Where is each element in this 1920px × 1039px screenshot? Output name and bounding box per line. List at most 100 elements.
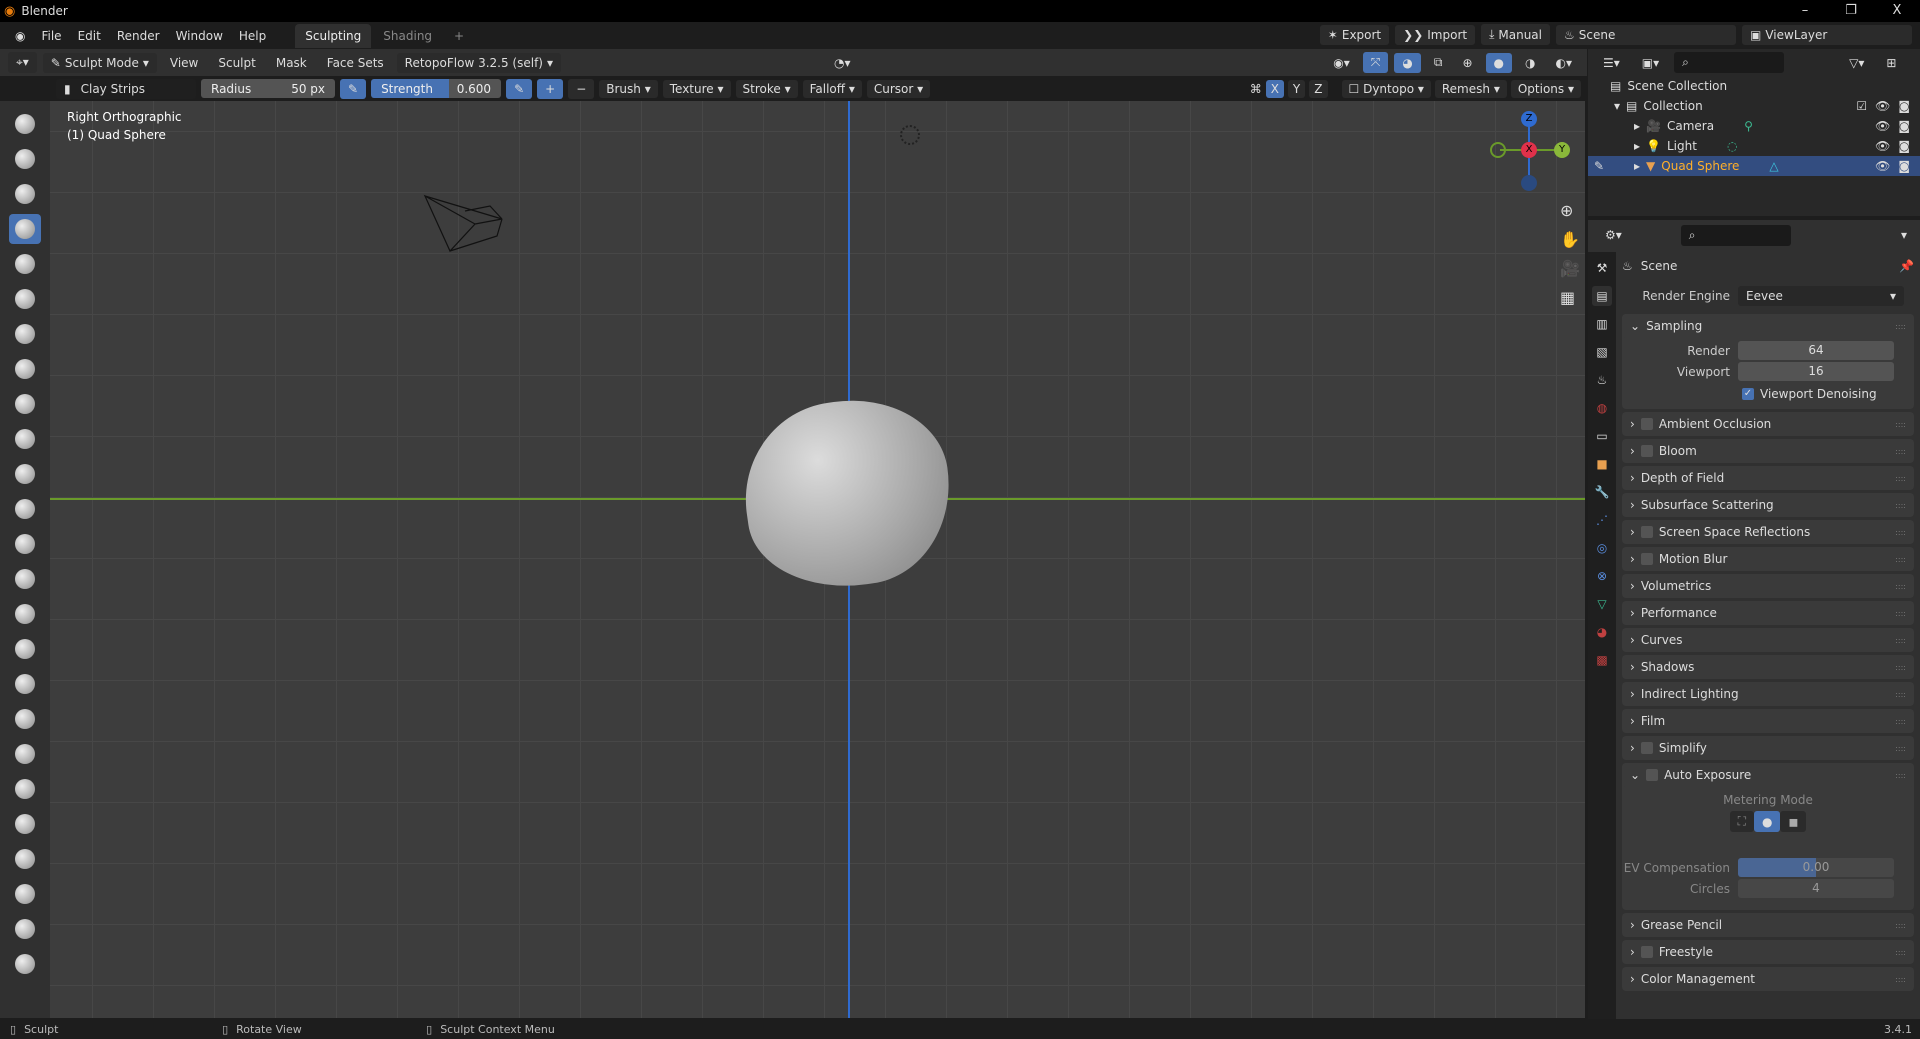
particles-tab-icon[interactable]: ⋰	[1592, 510, 1612, 530]
menu-mask[interactable]: Mask	[269, 53, 314, 73]
render-camera-icon[interactable]: ◙	[1898, 99, 1910, 113]
solid-shading-icon[interactable]: ●	[1485, 52, 1513, 73]
add-direction-button[interactable]: +	[537, 78, 564, 99]
data-tab-icon[interactable]: ▽	[1592, 594, 1612, 614]
sculpt-tool-15[interactable]	[9, 599, 41, 629]
properties-options-icon[interactable]: ▾	[1894, 225, 1914, 245]
menu-render[interactable]: Render	[110, 26, 167, 46]
3d-viewport[interactable]: Right Orthographic (1) Quad Sphere Z Y X…	[50, 101, 1585, 1018]
constraints-tab-icon[interactable]: ⊗	[1592, 566, 1612, 586]
subtract-direction-button[interactable]: −	[568, 78, 595, 99]
falloff-menu[interactable]: Falloff ▾	[802, 79, 862, 98]
panel-enable-checkbox[interactable]	[1640, 526, 1653, 538]
sculpt-tool-18[interactable]	[9, 704, 41, 734]
gizmo-toggle-icon[interactable]: ⤧	[1362, 52, 1389, 73]
sculpt-tool-20[interactable]	[9, 774, 41, 804]
gizmo-x[interactable]: X	[1521, 142, 1537, 158]
sculpt-tool-1[interactable]	[9, 109, 41, 139]
symmetry-y-toggle[interactable]: Y	[1287, 79, 1306, 98]
sculpt-tool-17[interactable]	[9, 669, 41, 699]
symmetry-x-toggle[interactable]: X	[1265, 79, 1284, 98]
texture-menu[interactable]: Texture ▾	[662, 79, 731, 98]
panel-color-management[interactable]: › Color Management::::	[1622, 967, 1914, 991]
metering-average-icon[interactable]: ●	[1753, 811, 1781, 832]
tab-sculpting[interactable]: Sculpting	[295, 23, 372, 48]
sculpt-tool-21[interactable]	[9, 809, 41, 839]
panel-subsurface-scattering[interactable]: › Subsurface Scattering::::	[1622, 493, 1914, 517]
render-engine-dropdown[interactable]: Eevee ▾	[1738, 286, 1904, 306]
pin-icon[interactable]: 📌	[1899, 259, 1914, 273]
panel-motion-blur[interactable]: › Motion Blur::::	[1622, 547, 1914, 571]
strength-slider[interactable]: Strength 0.600	[371, 79, 502, 98]
options-menu[interactable]: Options ▾	[1510, 79, 1581, 98]
outliner-item-light[interactable]: ▸ 💡 Light ◌ 👁 ◙	[1588, 136, 1920, 156]
menu-face-sets[interactable]: Face Sets	[320, 53, 391, 73]
menu-help[interactable]: Help	[232, 26, 273, 46]
panel-depth-of-field[interactable]: › Depth of Field::::	[1622, 466, 1914, 490]
sculpt-tool-25[interactable]	[9, 949, 41, 979]
maximize-button[interactable]: ❐	[1828, 0, 1874, 22]
close-button[interactable]: X	[1874, 0, 1920, 22]
panel-volumetrics[interactable]: › Volumetrics::::	[1622, 574, 1914, 598]
gizmo-neg-z[interactable]	[1521, 175, 1537, 191]
manual-button[interactable]: ⤓ Manual	[1481, 24, 1550, 45]
sculpt-tool-6[interactable]	[9, 284, 41, 314]
properties-search-input[interactable]: ⌕	[1680, 224, 1791, 246]
world-tab-icon[interactable]: ◍	[1592, 398, 1612, 418]
radius-pressure-icon[interactable]: ✎	[340, 78, 367, 99]
panel-enable-checkbox[interactable]	[1640, 418, 1653, 430]
rendered-shading-icon[interactable]: ◐▾	[1549, 53, 1580, 73]
filter-icon[interactable]: ▽▾	[1842, 53, 1871, 73]
panel-enable-checkbox[interactable]	[1640, 742, 1653, 754]
wireframe-shading-icon[interactable]: ⊕	[1455, 53, 1479, 73]
modifier-tab-icon[interactable]: 🔧	[1592, 482, 1612, 502]
properties-editor-type-icon[interactable]: ⚙▾	[1598, 225, 1629, 245]
menu-edit[interactable]: Edit	[71, 26, 108, 46]
metering-center-weighted-icon[interactable]: ⛶	[1729, 811, 1754, 832]
outliner-display-mode-icon[interactable]: ☰▾	[1596, 53, 1627, 73]
viewport-denoising-checkbox[interactable]: ✓	[1742, 388, 1754, 400]
symmetry-z-toggle[interactable]: Z	[1309, 79, 1328, 98]
render-samples-field[interactable]: 64	[1738, 341, 1894, 360]
collection-tab-icon[interactable]: ▭	[1592, 426, 1612, 446]
view-layer-tab-icon[interactable]: ▧	[1592, 342, 1612, 362]
mode-selector[interactable]: ✎ Sculpt Mode ▾	[42, 52, 157, 73]
panel-indirect-lighting[interactable]: › Indirect Lighting::::	[1622, 682, 1914, 706]
minimize-button[interactable]: –	[1782, 0, 1828, 22]
sculpt-tool-2[interactable]	[9, 144, 41, 174]
sculpt-tool-19[interactable]	[9, 739, 41, 769]
outliner-filter-view-icon[interactable]: ▣▾	[1635, 53, 1666, 73]
add-workspace-button[interactable]: +	[444, 24, 474, 48]
outliner-search-input[interactable]: ⌕	[1674, 52, 1785, 73]
panel-grease-pencil[interactable]: › Grease Pencil::::	[1622, 913, 1914, 937]
brush-menu[interactable]: Brush ▾	[599, 79, 658, 98]
import-button[interactable]: ❯❯ Import	[1395, 24, 1476, 45]
sculpt-tool-3[interactable]	[9, 179, 41, 209]
gizmo-y[interactable]: Y	[1554, 142, 1570, 158]
menu-sculpt[interactable]: Sculpt	[211, 53, 262, 73]
symmetry-icon[interactable]: ⌘	[1250, 82, 1262, 96]
radius-slider[interactable]: Radius 50 px	[201, 79, 335, 98]
material-tab-icon[interactable]: ◕	[1592, 622, 1612, 642]
sampling-header[interactable]: ⌄ Sampling::::	[1622, 314, 1914, 338]
retopoflow-menu[interactable]: RetopoFlow 3.2.5 (self) ▾	[396, 52, 562, 73]
ev-compensation-slider[interactable]: 0.00	[1738, 858, 1894, 877]
render-camera-icon[interactable]: ◙	[1898, 159, 1910, 173]
menu-window[interactable]: Window	[169, 26, 230, 46]
material-shading-icon[interactable]: ◑	[1518, 53, 1542, 73]
visibility-icon[interactable]: ◉▾	[1326, 53, 1357, 73]
exclude-checkbox[interactable]: ☑	[1856, 99, 1867, 113]
gizmo-z[interactable]: Z	[1521, 111, 1537, 127]
sculpt-tool-8[interactable]	[9, 354, 41, 384]
view-layer-selector[interactable]: ▣ ViewLayer	[1742, 24, 1912, 45]
gizmo-neg-y[interactable]	[1490, 142, 1506, 158]
sculpt-tool-11[interactable]	[9, 459, 41, 489]
grid-toggle-icon[interactable]: ▦	[1560, 288, 1580, 307]
auto-exposure-checkbox[interactable]	[1646, 769, 1659, 781]
outliner-item-quad-sphere[interactable]: ✎ ▸ ▼ Quad Sphere △ 👁 ◙	[1588, 156, 1920, 176]
overlay-toggle-icon[interactable]: ◕	[1394, 52, 1421, 73]
tab-shading[interactable]: Shading	[373, 24, 442, 48]
sculpt-tool-24[interactable]	[9, 914, 41, 944]
texture-tab-icon[interactable]: ▩	[1592, 650, 1612, 670]
sculpt-tool-14[interactable]	[9, 564, 41, 594]
